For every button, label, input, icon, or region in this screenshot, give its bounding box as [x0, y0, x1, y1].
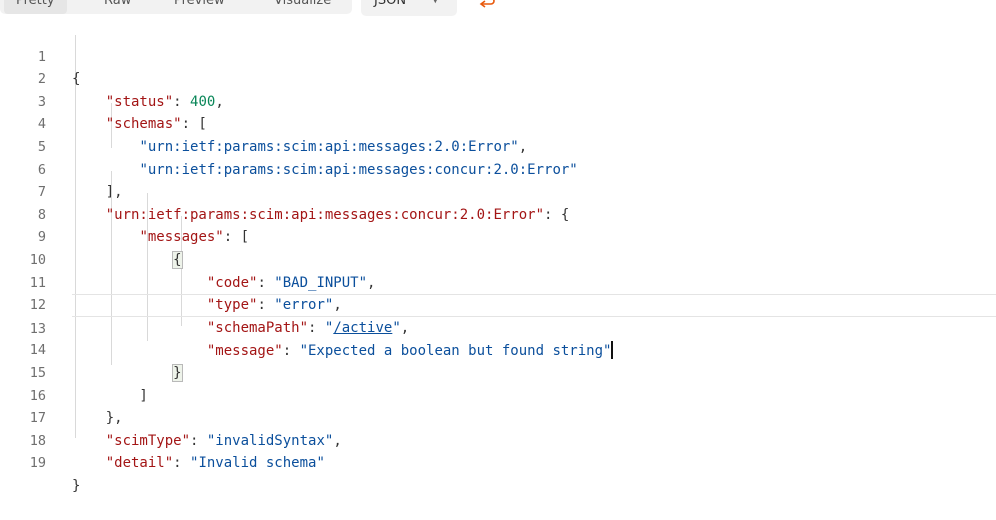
code-line: 4 "urn:ietf:params:scim:api:messages:2.0…: [0, 91, 996, 155]
code-line: 12 "schemaPath": "/active",: [0, 272, 996, 336]
code-line: 8 "messages": [: [0, 181, 996, 246]
code-line: 1 {: [0, 23, 996, 88]
code-line-current: 13 "message": "Expected a boolean but fo…: [30, 294, 996, 360]
line-number: 12: [29, 297, 46, 314]
code-line: 16 },: [0, 362, 996, 427]
code-line: 6 ],: [0, 136, 996, 201]
code-line: 19 }: [0, 430, 996, 494]
json-key: "detail": [105, 455, 174, 472]
format-dropdown-value: JSON: [374, 0, 407, 8]
tab-visualize[interactable]: Visualize: [262, 0, 343, 14]
code-line: 2 "status": 400,: [0, 46, 996, 110]
code-line: 7 "urn:ietf:params:scim:api:messages:con…: [0, 159, 996, 223]
response-body-editor[interactable]: 1 { 2 "status": 400, 3 "schemas": [ 4 "u…: [0, 23, 996, 494]
code-line: 14 }: [0, 317, 996, 382]
code-line: 17 "scimType": "invalidSyntax",: [0, 385, 996, 449]
json-string: "Invalid schema": [190, 455, 325, 472]
tab-raw[interactable]: Raw: [92, 0, 143, 14]
wrap-lines-icon[interactable]: [478, 0, 498, 14]
tab-preview[interactable]: Preview: [162, 0, 237, 14]
code-line: 3 "schemas": [: [0, 68, 996, 133]
code-line: 9 {: [0, 204, 996, 269]
code-line: 5 "urn:ietf:params:scim:api:messages:con…: [0, 113, 996, 178]
code-line: 18 "detail": "Invalid schema": [0, 407, 996, 472]
response-toolbar: Pretty Raw Preview Visualize JSON ▾: [0, 0, 996, 18]
code-line: 15 ]: [0, 339, 996, 404]
code-line: 10 "code": "BAD_INPUT",: [0, 226, 996, 291]
chevron-down-icon: ▾: [432, 0, 439, 7]
code-line: 11 "type": "error",: [0, 249, 996, 314]
tab-pretty[interactable]: Pretty: [4, 0, 67, 14]
